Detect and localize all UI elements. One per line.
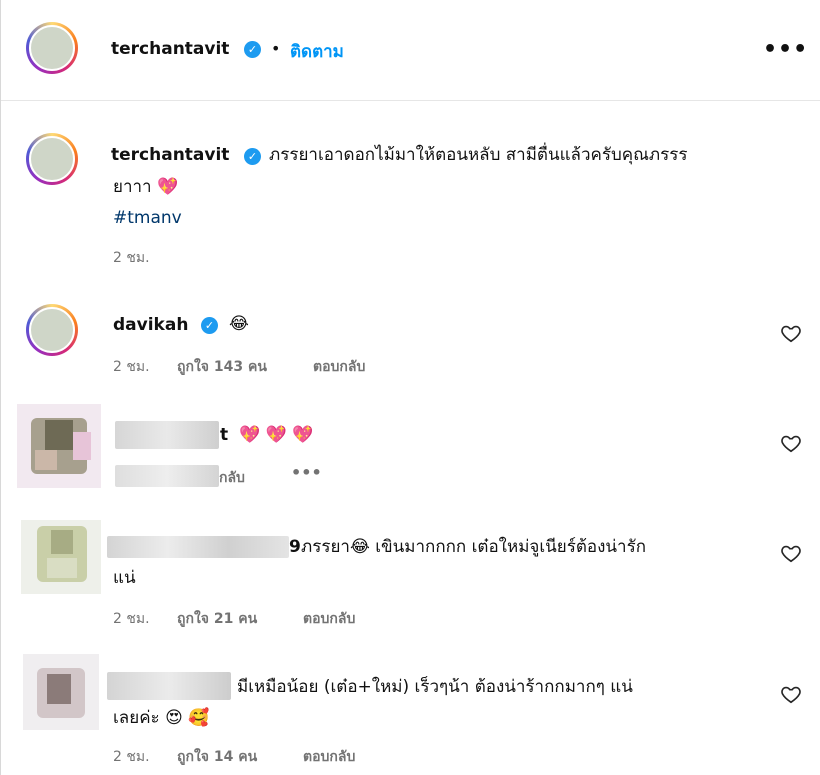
separator-dot: • xyxy=(271,39,281,58)
comment-text: 💖 💖 💖 xyxy=(239,425,314,445)
reply-button[interactable]: กลับ xyxy=(219,467,245,489)
heart-outline-icon[interactable] xyxy=(780,432,802,454)
verified-badge-icon: ✓ xyxy=(244,148,261,165)
comment-username[interactable]: davikah xyxy=(113,315,188,335)
commenter-avatar[interactable] xyxy=(26,304,78,356)
comment-text-line1: มีเหมือน้อย (เต๋อ+ใหม่) เร็วๆน้า ต้องน่า… xyxy=(237,677,633,697)
comment-time: 2 ชม. xyxy=(113,359,150,375)
hashtag-link[interactable]: #tmanv xyxy=(113,208,182,228)
commenter-avatar-blurred[interactable] xyxy=(21,520,101,594)
comment-likes[interactable]: ถูกใจ 21 คน xyxy=(177,608,257,630)
comment-likes[interactable]: ถูกใจ 143 คน xyxy=(177,356,267,378)
comment-username-visible[interactable]: 9 xyxy=(289,533,301,561)
author-avatar[interactable] xyxy=(26,22,78,74)
reply-button[interactable]: ตอบกลับ xyxy=(303,746,355,768)
caption-avatar[interactable] xyxy=(26,133,78,185)
comment-text-line2: แน่ xyxy=(113,568,136,588)
heart-outline-icon[interactable] xyxy=(780,322,802,344)
heart-outline-icon[interactable] xyxy=(780,683,802,705)
commenter-avatar-blurred[interactable] xyxy=(23,654,99,730)
commenter-avatar-blurred[interactable] xyxy=(17,404,101,488)
follow-button[interactable]: ติดตาม xyxy=(290,38,344,65)
blurred-username xyxy=(107,672,231,700)
more-options-icon[interactable]: ••• xyxy=(763,37,808,62)
comment-time: 2 ชม. xyxy=(113,611,150,627)
header-username[interactable]: terchantavit xyxy=(111,39,229,59)
blurred-meta xyxy=(115,465,219,487)
comment-more-icon[interactable]: ••• xyxy=(291,463,322,482)
comment-text: 😂 xyxy=(229,314,249,334)
comment-text-line1: ภรรยา😂 เขินมากกกก เต๋อใหม่จูเนียร์ต้องน่… xyxy=(301,537,647,557)
comment-time: 2 ชม. xyxy=(113,749,150,765)
post-header: terchantavit ✓ • ติดตาม ••• xyxy=(1,0,820,101)
reply-button[interactable]: ตอบกลับ xyxy=(313,356,365,378)
caption-username[interactable]: terchantavit xyxy=(111,145,229,165)
caption-time: 2 ชม. xyxy=(113,250,150,266)
caption-text-line2: ยาาา 💖 xyxy=(113,177,179,197)
heart-outline-icon[interactable] xyxy=(780,542,802,564)
comment-likes[interactable]: ถูกใจ 14 คน xyxy=(177,746,257,768)
blurred-username xyxy=(115,421,219,449)
verified-badge-icon: ✓ xyxy=(201,317,218,334)
verified-badge-icon: ✓ xyxy=(244,41,261,58)
reply-button[interactable]: ตอบกลับ xyxy=(303,608,355,630)
comment-text-line2: เลยค่ะ 😍 🥰 xyxy=(113,708,210,728)
caption-text-line1: ภรรยาเอาดอกไม้มาให้ตอนหลับ สามีตื่นแล้วค… xyxy=(269,145,688,165)
blurred-username xyxy=(107,536,289,558)
comment-username-visible[interactable]: t xyxy=(220,421,228,449)
